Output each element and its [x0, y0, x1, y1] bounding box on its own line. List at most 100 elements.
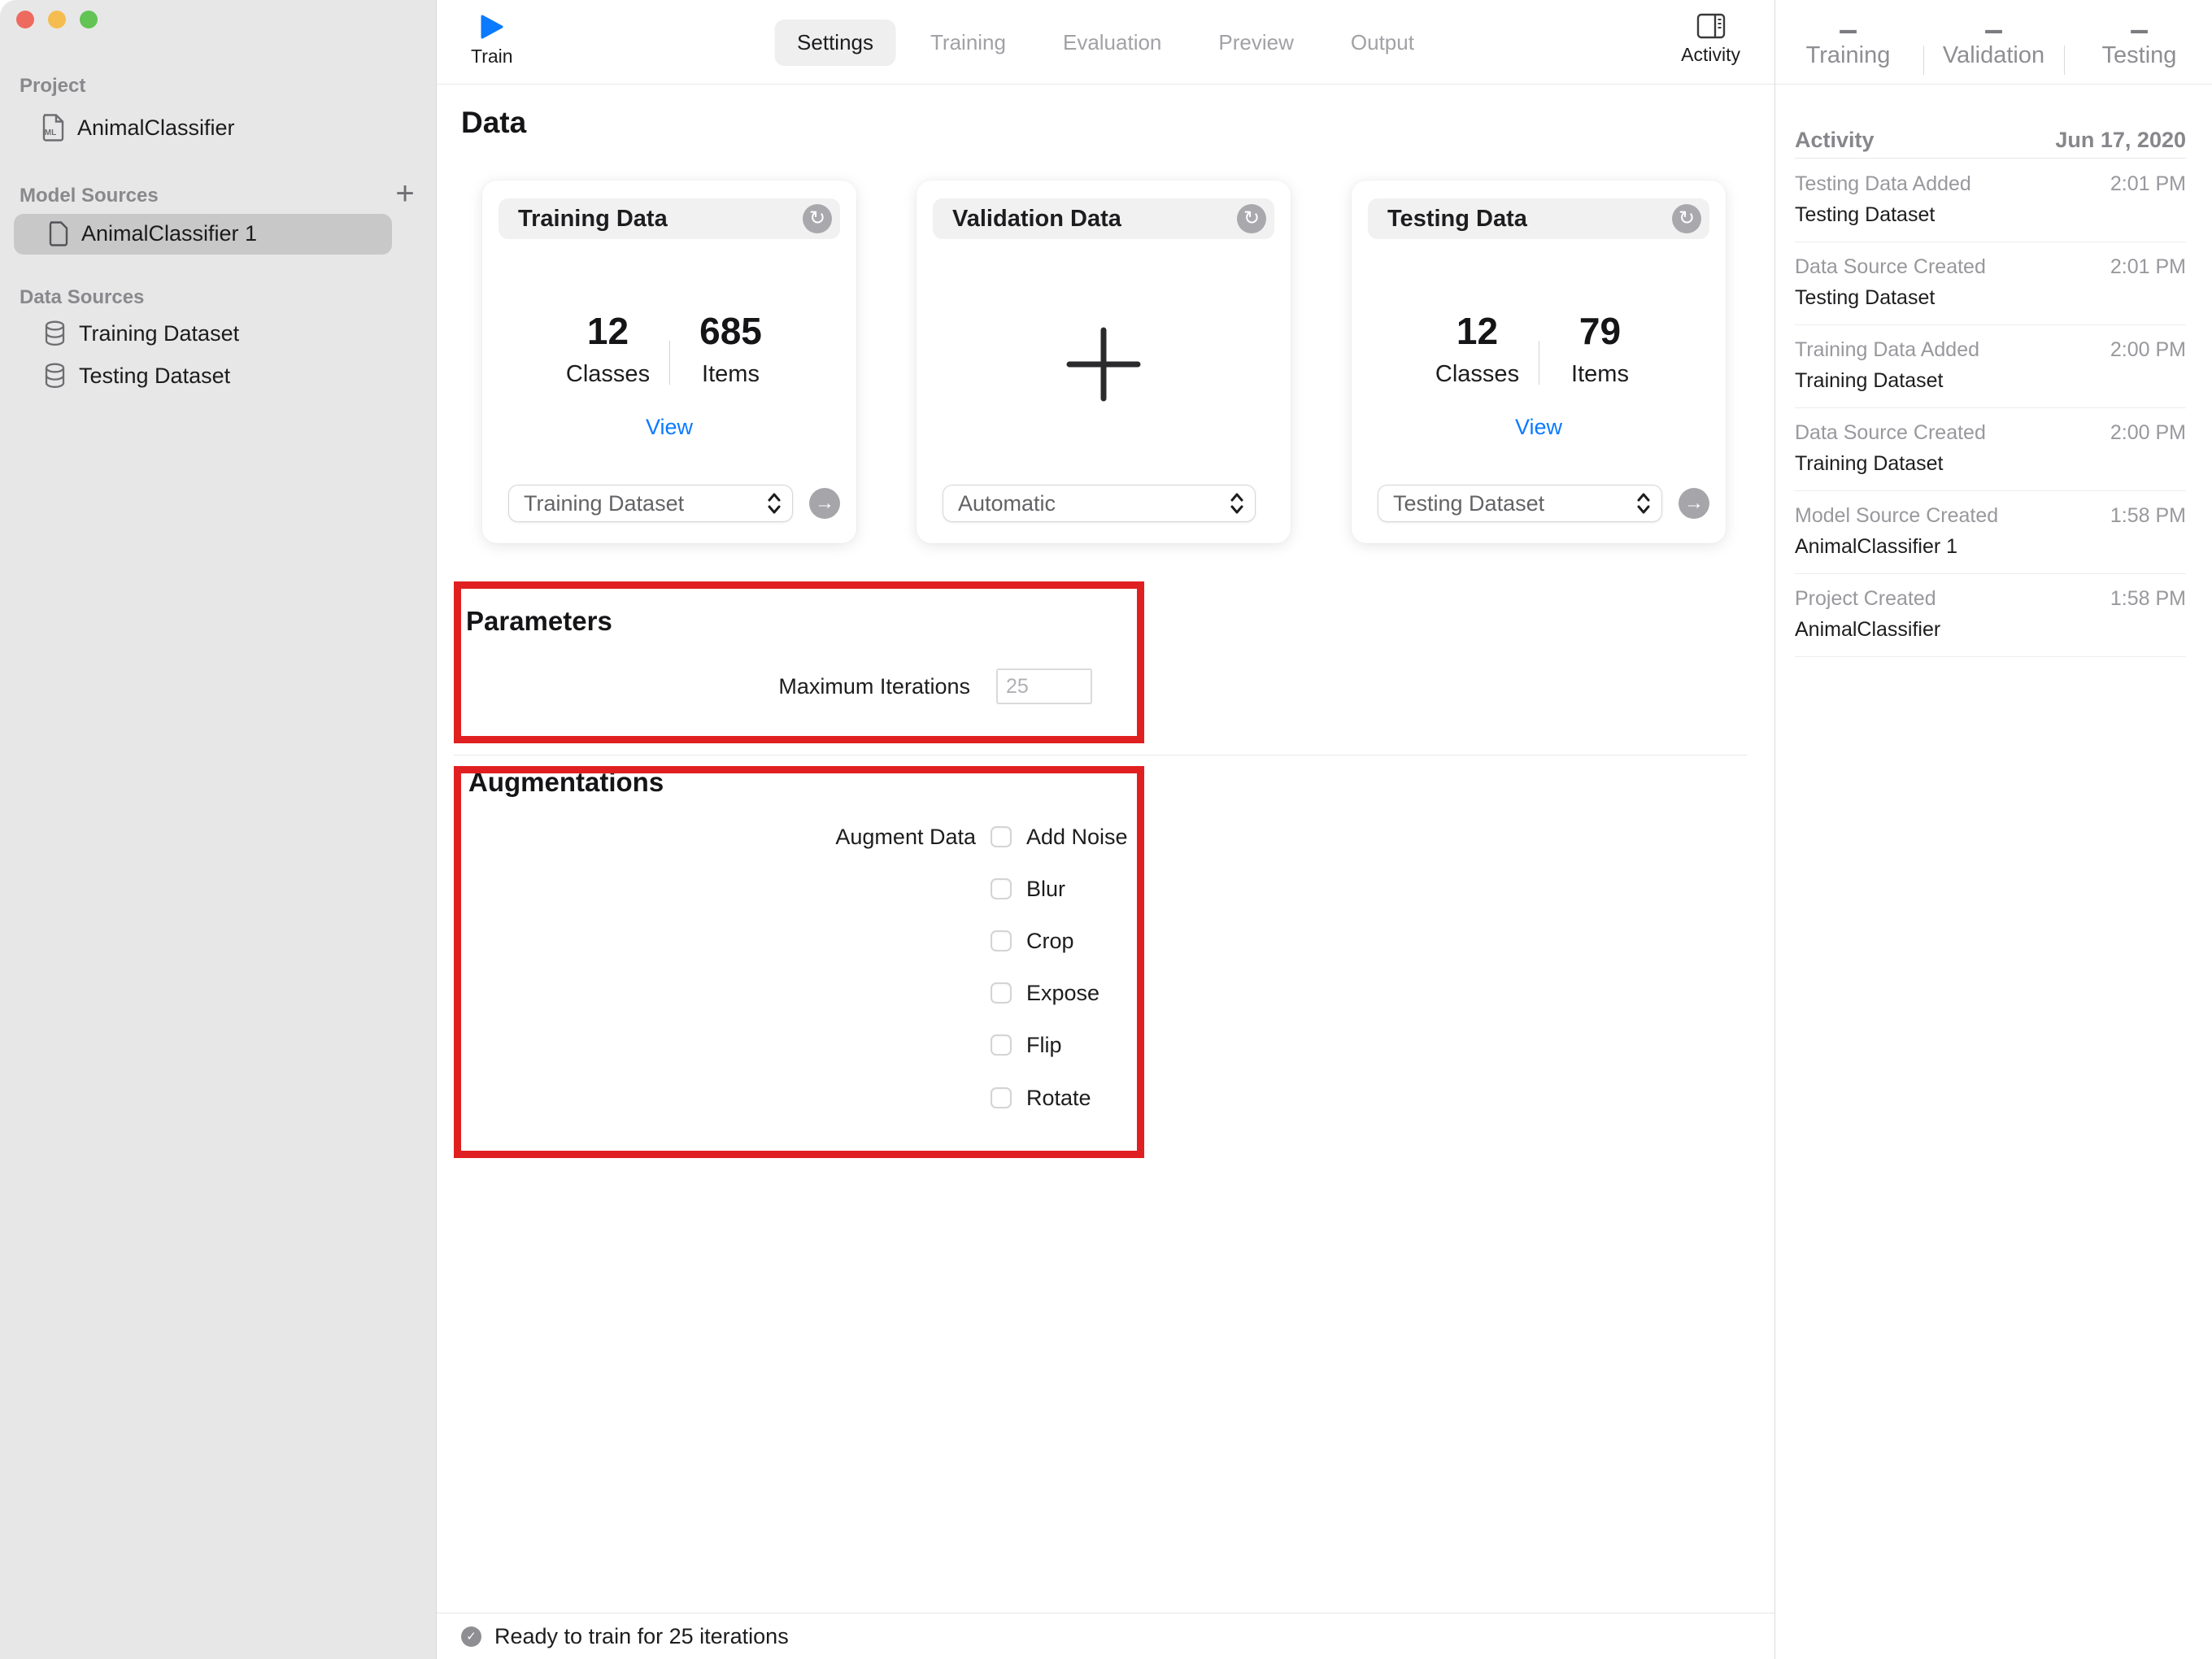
checkbox-label[interactable]: Expose — [1026, 981, 1099, 1006]
model-document-icon — [49, 221, 68, 246]
activity-event-subject: Training Dataset — [1795, 452, 1944, 475]
sidebar-item-project-animalclassifier[interactable]: ML AnimalClassifier — [42, 114, 235, 142]
augmentation-option-crop: Crop — [991, 925, 1074, 957]
metric-label: Validation — [1942, 42, 2045, 68]
tab-training[interactable]: Training — [908, 20, 1029, 66]
maximum-iterations-input[interactable] — [996, 668, 1092, 704]
sidebar-item-label: AnimalClassifier — [77, 115, 235, 140]
metric-label: Testing — [2101, 42, 2177, 68]
chevron-up-down-icon — [1637, 493, 1650, 514]
metric-label: Training — [1805, 42, 1891, 68]
sidebar-item-model-source-selected[interactable]: AnimalClassifier 1 — [14, 214, 392, 255]
add-validation-data-button[interactable] — [1065, 325, 1143, 403]
play-icon — [481, 15, 503, 39]
sidebar-item-testing-dataset[interactable]: Testing Dataset — [44, 363, 230, 389]
sidebar-item-label: Training Dataset — [79, 320, 240, 346]
activity-event-time: 1:58 PM — [2110, 504, 2186, 527]
blur-checkbox[interactable] — [991, 878, 1012, 899]
minimize-window-button[interactable] — [48, 11, 66, 28]
activity-log-list: Testing Data Added 2:01 PM Testing Datas… — [1795, 159, 2186, 657]
status-bar: ✓ Ready to train for 25 iterations — [437, 1613, 1774, 1659]
activity-log-date: Jun 17, 2020 — [2055, 127, 2186, 152]
ready-check-icon: ✓ — [461, 1626, 481, 1647]
tab-preview[interactable]: Preview — [1195, 20, 1316, 66]
sidebar-item-training-dataset[interactable]: Training Dataset — [44, 320, 239, 346]
checkbox-label[interactable]: Add Noise — [1026, 825, 1128, 850]
items-caption: Items — [1571, 361, 1629, 387]
no-value-dash: – — [1838, 10, 1858, 48]
window-controls — [16, 11, 98, 28]
card-title: Testing Data — [1387, 205, 1527, 232]
activity-log-row: Project Created 1:58 PM AnimalClassifier — [1795, 574, 2186, 657]
metrics-summary: – Training – Validation – Testing — [1775, 0, 2212, 85]
activity-log-title: Activity — [1795, 127, 1875, 152]
expose-checkbox[interactable] — [991, 982, 1012, 1004]
metric-separator — [2064, 46, 2065, 75]
add-model-source-button[interactable]: + — [387, 176, 423, 211]
refresh-icon[interactable]: ↻ — [1237, 204, 1266, 233]
dropdown-selected-value: Testing Dataset — [1393, 490, 1545, 516]
checkbox-label[interactable]: Flip — [1026, 1033, 1062, 1058]
activity-log-row: Data Source Created 2:00 PM Training Dat… — [1795, 408, 2186, 491]
activity-log-header: Activity Jun 17, 2020 — [1795, 122, 2186, 158]
sidebar-item-model-source-content: AnimalClassifier 1 — [49, 221, 257, 246]
activity-event-time: 1:58 PM — [2110, 587, 2186, 610]
activity-log-row: Training Data Added 2:00 PM Training Dat… — [1795, 325, 2186, 408]
checkbox-label[interactable]: Rotate — [1026, 1086, 1091, 1111]
tab-settings[interactable]: Settings — [774, 19, 897, 66]
activity-event-time: 2:01 PM — [2110, 172, 2186, 195]
sidebar-section-project: Project — [20, 75, 86, 97]
svg-text:ML: ML — [45, 128, 56, 137]
rotate-checkbox[interactable] — [991, 1087, 1012, 1108]
testing-data-stats: 12 Classes 79 Items — [1352, 309, 1726, 388]
activity-event-subject: Testing Dataset — [1795, 203, 1936, 226]
activity-log-row: Data Source Created 2:01 PM Testing Data… — [1795, 242, 2186, 325]
open-training-data-arrow-button[interactable]: → — [809, 488, 840, 519]
tab-evaluation[interactable]: Evaluation — [1040, 20, 1184, 66]
sidebar-item-label: Testing Dataset — [79, 363, 231, 388]
dropdown-selected-value: Automatic — [958, 490, 1056, 516]
refresh-icon[interactable]: ↻ — [803, 204, 832, 233]
activity-event-title: Project Created — [1795, 587, 1936, 610]
activity-log-row: Testing Data Added 2:01 PM Testing Datas… — [1795, 159, 2186, 242]
train-button[interactable]: Train — [471, 15, 513, 67]
main-content: Train Settings Training Evaluation Previ… — [437, 0, 1774, 1659]
activity-event-subject: AnimalClassifier — [1795, 618, 1941, 641]
augment-data-label: Augment Data — [835, 824, 976, 849]
validation-data-source-dropdown[interactable]: Automatic — [943, 485, 1256, 522]
augmentation-option-rotate: Rotate — [991, 1082, 1091, 1114]
items-count: 79 — [1578, 310, 1622, 352]
maximum-iterations-label: Maximum Iterations — [778, 673, 970, 699]
activity-event-title: Data Source Created — [1795, 421, 1986, 444]
no-value-dash: – — [2129, 10, 2149, 48]
database-icon — [45, 320, 65, 346]
augmentation-option-blur: Blur — [991, 873, 1065, 905]
activity-event-title: Training Data Added — [1795, 338, 1980, 361]
view-training-data-link[interactable]: View — [482, 415, 856, 440]
chevron-up-down-icon — [768, 493, 781, 514]
toggle-activity-panel-button[interactable]: Activity — [1681, 13, 1740, 66]
crop-checkbox[interactable] — [991, 930, 1012, 951]
items-caption: Items — [702, 361, 760, 387]
testing-data-source-dropdown[interactable]: Testing Dataset — [1378, 485, 1662, 522]
training-data-card: Training Data ↻ 12 Classes 685 Items Vie… — [482, 181, 856, 543]
training-data-stats: 12 Classes 685 Items — [482, 309, 856, 388]
zoom-window-button[interactable] — [80, 11, 98, 28]
refresh-icon[interactable]: ↻ — [1672, 204, 1701, 233]
plus-icon — [1066, 327, 1141, 402]
training-data-source-dropdown[interactable]: Training Dataset — [508, 485, 793, 522]
classes-count: 12 — [586, 310, 629, 352]
add-noise-checkbox[interactable] — [991, 826, 1012, 847]
open-testing-data-arrow-button[interactable]: → — [1679, 488, 1709, 519]
checkbox-label[interactable]: Blur — [1026, 877, 1065, 902]
close-window-button[interactable] — [16, 11, 34, 28]
view-testing-data-link[interactable]: View — [1352, 415, 1726, 440]
database-icon — [45, 363, 65, 388]
activity-header-divider — [1795, 158, 2186, 159]
augmentations-section-title: Augmentations — [468, 767, 664, 797]
tab-output[interactable]: Output — [1328, 20, 1437, 66]
activity-panel-icon — [1696, 13, 1725, 39]
flip-checkbox[interactable] — [991, 1034, 1012, 1056]
checkbox-label[interactable]: Crop — [1026, 929, 1074, 954]
parameters-section-title: Parameters — [466, 606, 612, 636]
